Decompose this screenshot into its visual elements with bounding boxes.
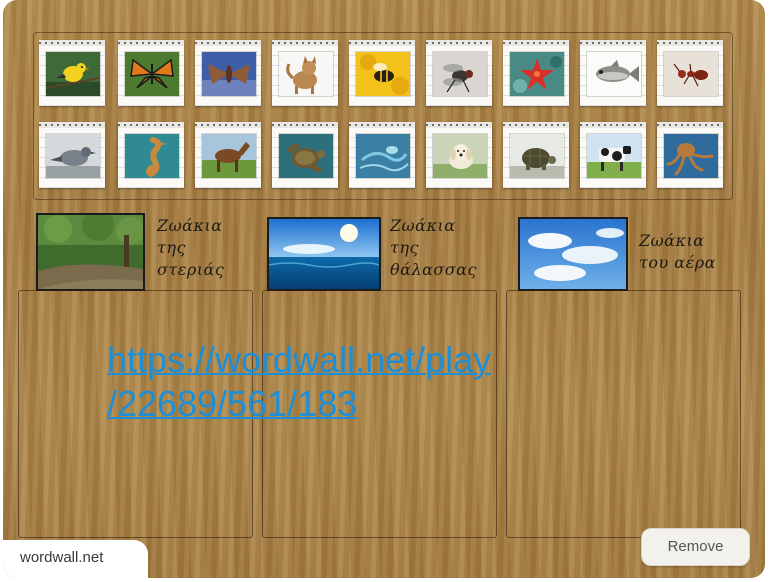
sea-turtle-photo xyxy=(278,133,334,179)
animal-card-sea-turtle[interactable] xyxy=(272,122,338,188)
animal-card-fly[interactable] xyxy=(426,40,492,106)
brand-label: wordwall.net xyxy=(20,549,104,566)
animal-card-fish[interactable] xyxy=(580,40,646,106)
pigeon-photo xyxy=(45,133,101,179)
sea-habitat-image xyxy=(267,217,381,291)
animal-card-bird[interactable] xyxy=(39,40,105,106)
animal-card-ant[interactable] xyxy=(657,40,723,106)
ant-photo xyxy=(663,51,719,97)
land-habitat-image xyxy=(36,213,145,291)
air-habitat-image xyxy=(518,217,628,291)
butterfly-photo xyxy=(124,51,180,97)
bird-photo xyxy=(45,51,101,97)
sea-label-line2: της xyxy=(390,238,419,257)
sea-label-line1: Ζωάκια xyxy=(390,216,456,235)
jellyfish-photo xyxy=(355,133,411,179)
activity-board: Ζωάκια της στεριάς Ζωάκια της θάλασσας Ζ… xyxy=(3,0,765,578)
air-label-line1: Ζωάκια xyxy=(639,231,705,250)
animal-card-moth[interactable] xyxy=(195,40,261,106)
animal-card-horse[interactable] xyxy=(195,122,261,188)
animal-card-bee[interactable] xyxy=(349,40,415,106)
land-habitat-label: Ζωάκια της στεριάς xyxy=(157,215,224,281)
horse-photo xyxy=(201,133,257,179)
land-label-line2: της xyxy=(157,238,186,257)
animal-card-cow[interactable] xyxy=(580,122,646,188)
moth-photo xyxy=(201,51,257,97)
tortoise-photo xyxy=(509,133,565,179)
animal-card-dog[interactable] xyxy=(426,122,492,188)
starfish-photo xyxy=(509,51,565,97)
animal-card-octopus[interactable] xyxy=(657,122,723,188)
dog-photo xyxy=(432,133,488,179)
fly-photo xyxy=(432,51,488,97)
animal-card-cat[interactable] xyxy=(272,40,338,106)
land-label-line1: Ζωάκια xyxy=(157,216,223,235)
air-label-line2: του αέρα xyxy=(639,253,716,272)
animal-card-tortoise[interactable] xyxy=(503,122,569,188)
fish-photo xyxy=(586,51,642,97)
animal-card-pigeon[interactable] xyxy=(39,122,105,188)
animal-card-seahorse[interactable] xyxy=(118,122,184,188)
sea-habitat-label: Ζωάκια της θάλασσας xyxy=(390,215,477,281)
animal-card-starfish[interactable] xyxy=(503,40,569,106)
seahorse-photo xyxy=(124,133,180,179)
air-habitat-label: Ζωάκια του αέρα xyxy=(639,230,716,274)
brand-badge[interactable]: wordwall.net xyxy=(3,540,148,578)
link-line1: https://wordwall.net/play xyxy=(107,339,492,380)
cat-photo xyxy=(278,51,334,97)
link-line2: /22689/561/183 xyxy=(107,383,358,424)
bee-photo xyxy=(355,51,411,97)
remove-button[interactable]: Remove xyxy=(641,528,750,566)
animal-card-butterfly[interactable] xyxy=(118,40,184,106)
cow-photo xyxy=(586,133,642,179)
sea-label-line3: θάλασσας xyxy=(390,260,477,279)
octopus-photo xyxy=(663,133,719,179)
animal-card-jellyfish[interactable] xyxy=(349,122,415,188)
activity-link[interactable]: https://wordwall.net/play /22689/561/183 xyxy=(107,338,627,426)
land-label-line3: στεριάς xyxy=(157,260,225,279)
